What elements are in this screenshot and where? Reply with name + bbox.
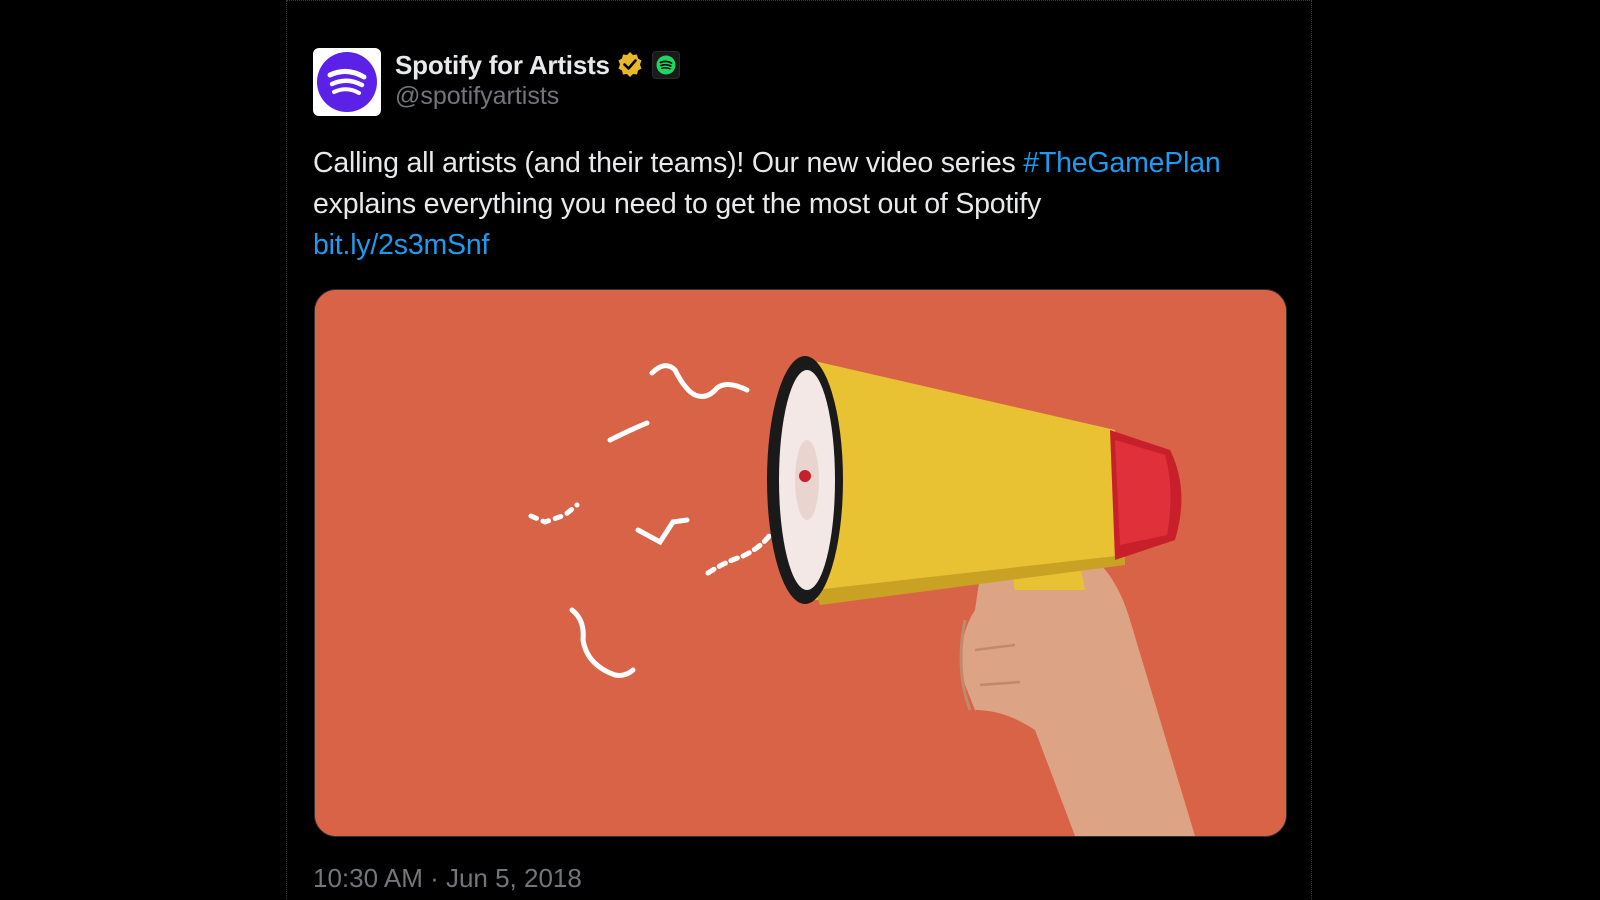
author-display-name[interactable]: Spotify for Artists [395, 50, 610, 81]
tweet-card[interactable]: Spotify for Artists @spotifyartists Call… [286, 0, 1312, 900]
avatar[interactable] [313, 48, 381, 116]
tweet-header: Spotify for Artists @spotifyartists [313, 48, 680, 116]
verified-badge-icon[interactable] [616, 51, 644, 79]
screen: Spotify for Artists @spotifyartists Call… [0, 0, 1600, 900]
author-handle[interactable]: @spotifyartists [395, 82, 680, 111]
hashtag-link[interactable]: #TheGamePlan [1023, 147, 1220, 179]
author-names: Spotify for Artists @spotifyartists [395, 48, 680, 111]
name-row: Spotify for Artists [395, 48, 680, 82]
tweet-text-part-1: Calling all artists (and their teams)! O… [313, 147, 1024, 179]
tweet-timestamp[interactable]: 10:30 AM · Jun 5, 2018 [313, 863, 582, 894]
tweet-media[interactable] [314, 289, 1287, 837]
url-link[interactable]: bit.ly/2s3mSnf [313, 229, 489, 261]
tweet-text: Calling all artists (and their teams)! O… [313, 143, 1293, 266]
spotify-affiliate-icon[interactable] [651, 51, 680, 79]
megaphone-image [315, 290, 1286, 836]
tweet-text-part-2: explains everything you need to get the … [313, 188, 1042, 220]
spotify-logo-icon [317, 52, 377, 112]
